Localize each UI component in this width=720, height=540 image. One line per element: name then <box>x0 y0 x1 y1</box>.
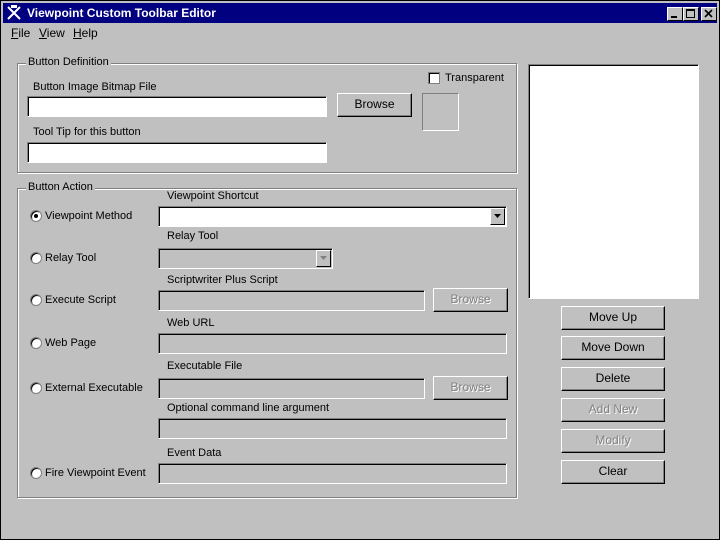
event-data-input[interactable] <box>158 463 507 484</box>
relay-tool-radio-label: Relay Tool <box>45 252 97 264</box>
web-url-input[interactable] <box>158 333 507 354</box>
external-executable-label: External Executable <box>45 382 143 394</box>
transparent-checkbox[interactable] <box>428 72 440 84</box>
window-title: Viewpoint Custom Toolbar Editor <box>27 6 216 20</box>
transparent-label: Transparent <box>445 72 504 84</box>
execute-script-radio[interactable] <box>30 294 42 306</box>
tooltip-input[interactable] <box>27 142 327 163</box>
menu-file[interactable]: File <box>11 26 30 40</box>
menu-help[interactable]: Help <box>73 26 98 40</box>
minimize-icon <box>671 16 677 18</box>
maximize-button[interactable] <box>683 7 699 21</box>
menu-bar: File View Help <box>3 23 717 43</box>
viewpoint-shortcut-dropdown[interactable] <box>158 206 507 227</box>
add-new-button[interactable]: Add New <box>561 398 665 422</box>
relay-tool-dropdown-button[interactable] <box>316 250 331 267</box>
executable-browse-button[interactable]: Browse <box>433 376 508 400</box>
button-action-title: Button Action <box>26 181 95 193</box>
close-button[interactable] <box>701 7 717 21</box>
executable-file-input[interactable] <box>158 378 425 399</box>
execute-script-label: Execute Script <box>45 294 116 306</box>
move-up-button[interactable]: Move Up <box>561 306 665 330</box>
bitmap-browse-button[interactable]: Browse <box>337 93 412 117</box>
fire-viewpoint-event-label: Fire Viewpoint Event <box>45 467 146 479</box>
viewpoint-method-label: Viewpoint Method <box>45 210 133 222</box>
menu-view[interactable]: View <box>39 26 65 40</box>
relay-tool-label: Relay Tool <box>167 230 219 242</box>
delete-button[interactable]: Delete <box>561 367 665 391</box>
script-browse-button[interactable]: Browse <box>433 288 508 312</box>
button-definition-title: Button Definition <box>26 56 111 68</box>
command-line-argument-label: Optional command line argument <box>167 402 330 414</box>
web-url-label: Web URL <box>167 317 215 329</box>
chevron-down-icon <box>494 214 501 218</box>
close-icon <box>704 9 713 18</box>
bitmap-file-input[interactable] <box>27 96 327 117</box>
event-data-label: Event Data <box>167 447 222 459</box>
viewpoint-shortcut-label: Viewpoint Shortcut <box>167 190 259 202</box>
modify-button[interactable]: Modify <box>561 429 665 453</box>
title-bar[interactable]: Viewpoint Custom Toolbar Editor <box>3 3 717 23</box>
relay-tool-dropdown[interactable] <box>158 248 333 269</box>
toolbar-buttons-list[interactable] <box>528 64 699 299</box>
toolbar-editor-icon <box>7 5 21 20</box>
button-image-preview <box>422 93 459 131</box>
web-page-radio[interactable] <box>30 337 42 349</box>
viewpoint-method-radio[interactable] <box>30 210 42 222</box>
relay-tool-radio[interactable] <box>30 252 42 264</box>
main-window: Viewpoint Custom Toolbar Editor File Vie… <box>0 0 720 540</box>
bitmap-file-label: Button Image Bitmap File <box>33 81 157 93</box>
move-down-button[interactable]: Move Down <box>561 336 665 360</box>
executable-file-label: Executable File <box>167 360 243 372</box>
chevron-down-icon <box>320 256 327 260</box>
external-executable-radio[interactable] <box>30 382 42 394</box>
clear-button[interactable]: Clear <box>561 460 665 484</box>
tooltip-label: Tool Tip for this button <box>33 126 141 138</box>
maximize-icon <box>686 9 695 18</box>
minimize-button[interactable] <box>667 7 683 21</box>
scriptwriter-script-label: Scriptwriter Plus Script <box>167 274 278 286</box>
command-line-argument-input[interactable] <box>158 418 507 439</box>
scriptwriter-script-input[interactable] <box>158 290 425 311</box>
web-page-label: Web Page <box>45 337 97 349</box>
viewpoint-shortcut-dropdown-button[interactable] <box>490 208 505 225</box>
fire-viewpoint-event-radio[interactable] <box>30 467 42 479</box>
